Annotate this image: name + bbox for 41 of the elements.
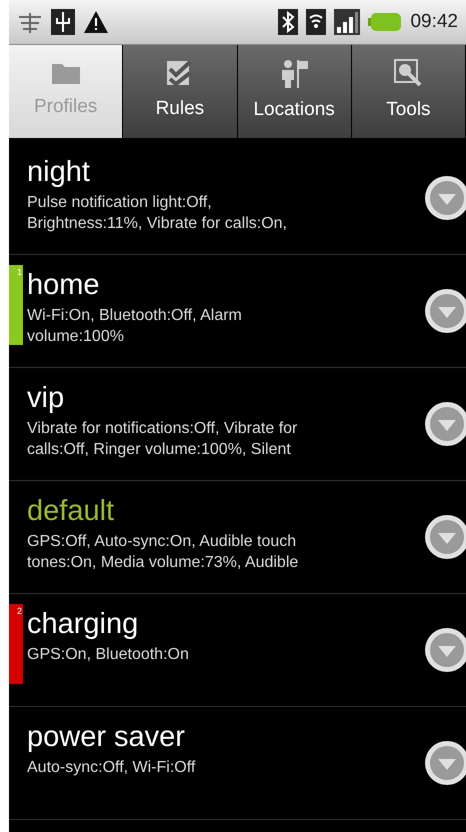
warning-icon xyxy=(83,10,109,34)
profile-summary: Wi-Fi:On, Bluetooth:Off, Alarm xyxy=(27,306,242,326)
dropdown-icon[interactable] xyxy=(424,627,466,673)
profile-summary: Vibrate for notifications:Off, Vibrate for xyxy=(27,419,298,439)
profile-summary: volume:100% xyxy=(27,327,124,347)
tab[interactable]: Rules xyxy=(123,45,238,138)
profile-name: default xyxy=(27,494,116,529)
dropdown-icon[interactable] xyxy=(424,401,466,447)
person-flag-icon xyxy=(279,58,310,88)
priority-marker: 2 xyxy=(9,604,23,684)
tab[interactable]: Locations xyxy=(238,45,352,138)
battery-icon xyxy=(368,12,402,32)
wrench-icon xyxy=(393,58,424,88)
bluetooth-icon xyxy=(278,9,298,35)
profile-row[interactable]: night Pulse notification light:Off, Brightness:11%, Vibrate for calls:On, xyxy=(9,142,466,255)
profile-summary: GPS:On, Bluetooth:On xyxy=(27,645,189,665)
profile-summary: Brightness:11%, Vibrate for calls:On, xyxy=(27,214,287,234)
dropdown-icon[interactable] xyxy=(424,740,466,786)
usb-icon xyxy=(51,9,75,35)
folder-icon xyxy=(50,61,81,86)
profile-summary: tones:On, Media volume:73%, Audible xyxy=(27,553,298,573)
dropdown-icon[interactable] xyxy=(424,514,466,560)
profile-row[interactable]: default GPS:Off, Auto-sync:On, Audible touch tones:On, Media volume:73%, Audible xyxy=(9,481,466,594)
profile-summary: GPS:Off, Auto-sync:On, Audible touch xyxy=(27,532,296,552)
profile-summary: Auto-sync:Off, Wi-Fi:Off xyxy=(27,758,196,778)
profile-name: night xyxy=(27,155,91,190)
priority-marker: 1 xyxy=(9,265,23,345)
dropdown-icon[interactable] xyxy=(424,175,466,221)
profile-summary: Pulse notification light:Off, xyxy=(27,193,212,213)
profile-name: vip xyxy=(27,381,66,416)
clock: 09:42 xyxy=(410,10,458,34)
cell-signal-icon xyxy=(334,9,360,35)
profile-name: charging xyxy=(27,607,140,642)
profile-name: home xyxy=(27,268,101,303)
profile-row[interactable]: power saver Auto-sync:Off, Wi-Fi:Off xyxy=(9,707,466,820)
wifi-icon xyxy=(306,9,326,35)
tab[interactable]: Tools xyxy=(352,45,466,138)
dropdown-icon[interactable] xyxy=(424,288,466,334)
profile-summary: calls:Off, Ringer volume:100%, Silent xyxy=(27,440,291,460)
profile-name: power saver xyxy=(27,720,186,755)
profile-row[interactable]: vip Vibrate for notifications:Off, Vibrate for calls:Off, Ringer volume:100%, Silent xyxy=(9,368,466,481)
